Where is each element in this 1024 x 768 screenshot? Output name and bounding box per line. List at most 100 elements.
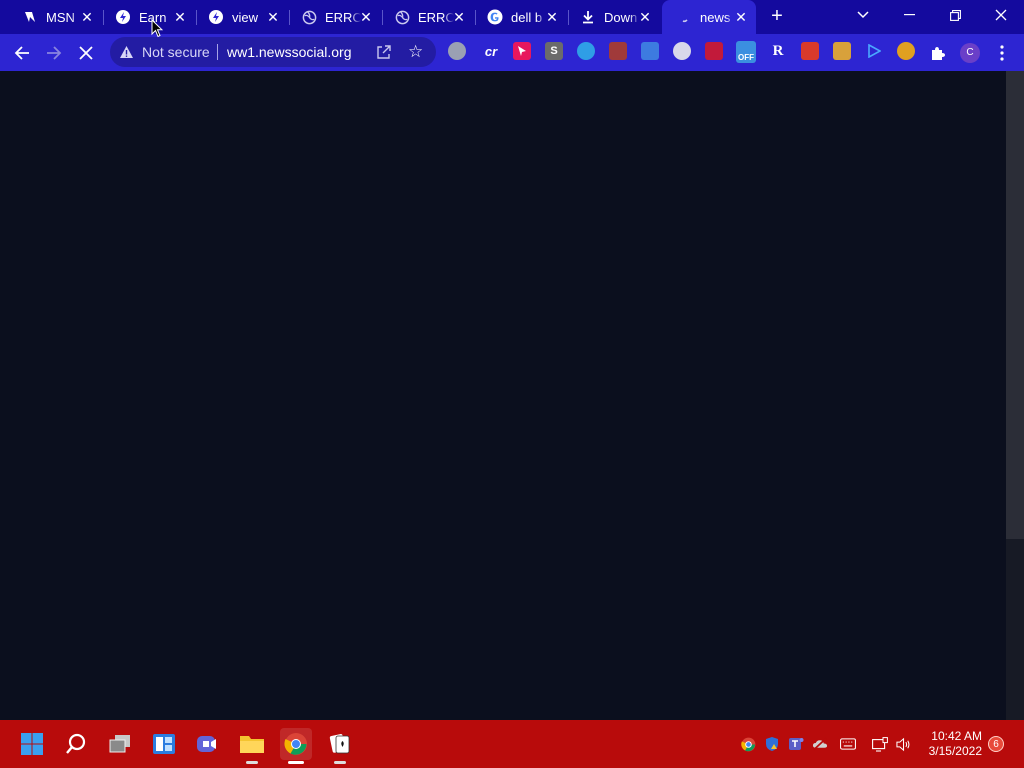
tab-google[interactable]: dell b ✕ [473,0,567,34]
address-divider [217,44,218,60]
security-shield-icon[interactable] [764,736,780,752]
volume-icon[interactable] [896,736,912,752]
system-clock[interactable]: 10:42 AM 3/15/2022 [922,729,982,759]
running-indicator [288,761,304,764]
extension-s-icon[interactable]: S [545,42,563,60]
extension-screen-icon[interactable] [609,42,627,60]
keyboard-icon[interactable] [840,736,856,752]
puzzle-icon [932,47,945,60]
close-icon [79,46,93,60]
mouse-cursor-icon [151,18,164,43]
teams-tray-icon[interactable] [788,736,804,752]
tab-earn[interactable]: Earn ✕ [101,0,195,34]
chevron-down-icon [857,11,869,19]
display-icon[interactable] [872,736,888,752]
close-window-button[interactable] [978,0,1024,30]
profile-button[interactable]: C [959,42,981,64]
security-label[interactable]: Not secure [142,44,210,60]
tab-title: ERRO [418,9,454,25]
tab-news-active[interactable]: news ✕ [662,0,756,34]
tab-close-icon[interactable]: ✕ [80,10,94,24]
tab-title: view [232,9,259,25]
new-tab-button[interactable]: + [766,6,788,28]
chrome-icon [284,733,307,755]
clock-time: 10:42 AM [931,729,982,743]
tab-search-button[interactable] [840,0,886,30]
solitaire-button[interactable] [324,728,356,764]
onedrive-icon[interactable] [812,736,828,752]
loading-icon [676,9,692,25]
view-icon [208,9,224,25]
extensions-button[interactable] [927,42,949,64]
back-button[interactable] [11,42,33,64]
folder-icon [240,736,264,753]
taskbar: 10:42 AM 3/15/2022 6 [0,720,1024,768]
tab-close-icon[interactable]: ✕ [734,10,748,24]
url-text[interactable]: ww1.newssocial.org [227,44,352,60]
tab-close-icon[interactable]: ✕ [638,10,652,24]
cards-icon [329,734,350,754]
globe-icon [394,9,410,25]
widgets-icon [153,734,175,754]
restore-icon [949,9,961,21]
teams-chat-button[interactable] [192,728,224,760]
search-icon [66,733,86,754]
tab-download[interactable]: Down ✕ [566,0,660,34]
forward-button[interactable] [43,42,65,64]
extension-edge-icon[interactable] [577,42,595,60]
widgets-button[interactable] [148,728,180,760]
chrome-button[interactable] [280,728,312,764]
tab-error-1[interactable]: ERRO ✕ [287,0,381,34]
extension-play-icon[interactable] [865,42,883,60]
extension-cursor-icon[interactable] [513,42,531,60]
running-indicator [334,761,346,764]
minimize-button[interactable] [886,0,932,30]
chat-icon [197,736,216,752]
tab-error-2[interactable]: ERRO ✕ [380,0,474,34]
extension-video-icon[interactable] [705,42,723,60]
tab-msn[interactable]: MSN ✕ [8,0,102,34]
task-view-icon [109,735,130,753]
running-indicator [246,761,258,764]
tab-title: ERRO [325,9,361,25]
tab-close-icon[interactable]: ✕ [266,10,280,24]
extension-grid-icon[interactable] [641,42,659,60]
clock-date: 3/15/2022 [928,744,982,758]
tab-close-icon[interactable]: ✕ [545,10,559,24]
tab-close-icon[interactable]: ✕ [359,10,373,24]
warning-icon [119,45,134,64]
close-icon [995,9,1007,21]
arrow-left-icon [14,46,29,60]
extension-elephant-icon[interactable] [448,42,466,60]
task-view-button[interactable] [104,728,136,760]
tab-close-icon[interactable]: ✕ [173,10,187,24]
extension-circle-icon[interactable] [673,42,691,60]
tab-view[interactable]: view ✕ [194,0,288,34]
minimize-icon [903,14,915,16]
avatar: C [960,43,980,63]
chrome-tray-icon[interactable] [740,736,756,752]
start-button[interactable] [16,728,48,760]
globe-icon [301,9,317,25]
extension-red-icon[interactable] [801,42,819,60]
msn-icon [22,9,38,25]
extension-r-icon[interactable]: R [769,42,787,60]
page-content [0,71,1006,720]
extension-face-icon[interactable] [833,42,851,60]
extension-cr-icon[interactable]: cr [482,42,500,60]
download-icon [580,9,596,25]
scrollbar-thumb[interactable] [1006,71,1024,539]
extension-off-icon[interactable]: OFF [736,41,756,63]
notification-badge[interactable]: 6 [988,736,1004,752]
tab-title: MSN [46,9,75,25]
search-button[interactable] [60,728,92,760]
tab-close-icon[interactable]: ✕ [452,10,466,24]
extension-monkey-icon[interactable] [897,42,915,60]
menu-button[interactable] [991,42,1013,64]
file-explorer-button[interactable] [236,728,268,764]
bookmark-star-icon[interactable]: ☆ [408,42,423,62]
stop-loading-button[interactable] [75,42,97,64]
arrow-right-icon [47,46,62,60]
share-icon[interactable] [376,44,392,65]
restore-button[interactable] [932,0,978,30]
